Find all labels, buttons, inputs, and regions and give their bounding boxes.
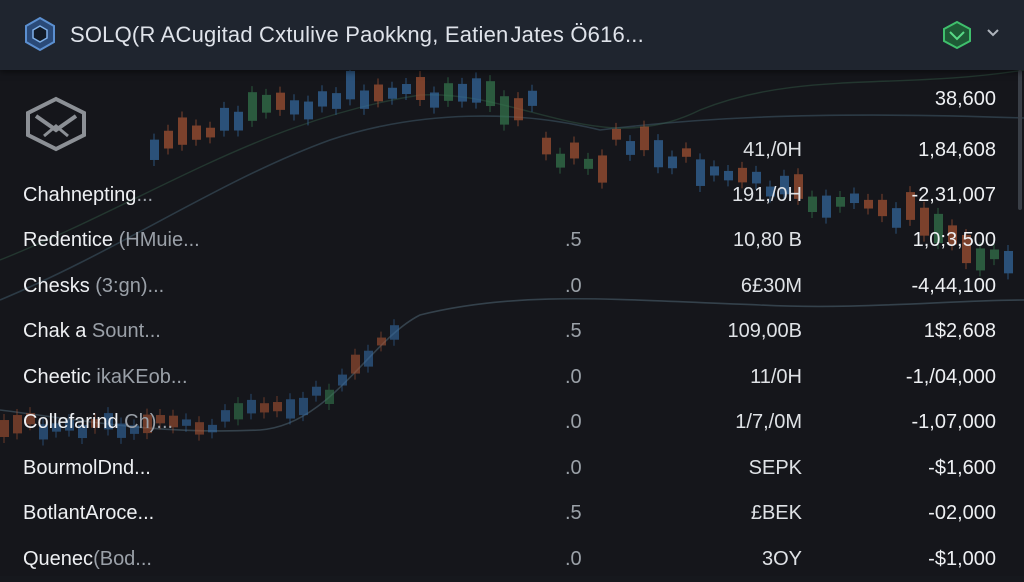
change-cell: .5 — [565, 229, 582, 251]
asset-name-main: Chahnepting — [23, 184, 137, 206]
asset-name[interactable]: BourmolDnd... — [23, 457, 151, 480]
value-cell: -02,000 — [928, 502, 996, 524]
green-hexagon-icon[interactable] — [940, 20, 974, 50]
asset-name-main: Quenec — [23, 548, 94, 570]
top-value-0: 38,600 — [934, 88, 996, 110]
asset-name-main: Cheetic — [23, 366, 91, 388]
asset-name-main: BourmolDnd... — [23, 457, 151, 479]
market-panel: 38,600 41,/0H 1,84,608 Chahnepting... 191… — [0, 70, 1024, 576]
asset-name-main: BotlantAroce... — [23, 502, 155, 524]
change-cell: .5 — [565, 320, 582, 342]
change-cell: .5 — [565, 502, 582, 524]
asset-name[interactable]: BotlantAroce... — [23, 502, 154, 525]
hexagon-logo-icon — [25, 16, 55, 52]
value-cell: 1$2,608 — [923, 320, 996, 342]
table-row[interactable] — [0, 538, 1024, 582]
value-cell: 1,0;3,500 — [912, 229, 996, 251]
asset-name-detail: ... — [136, 184, 154, 206]
value-cell: -1,/04,000 — [905, 366, 996, 388]
change-cell: .0 — [565, 548, 582, 570]
asset-name-detail: (HMuie... — [113, 229, 200, 251]
asset-name[interactable]: Quenec(Bod... — [23, 548, 152, 571]
asset-name[interactable]: Chak a Sount... — [23, 320, 161, 343]
asset-name[interactable]: Collefarind Ch)... — [23, 411, 173, 434]
chevron-down-icon[interactable] — [984, 24, 1002, 42]
asset-name-main: Redentice — [23, 229, 114, 251]
asset-name[interactable]: Chahnepting... — [23, 184, 153, 207]
asset-name[interactable]: Chesks (3:gn)... — [23, 275, 164, 298]
asset-name[interactable]: Cheetic ikaKEob... — [23, 366, 188, 389]
table-row[interactable] — [0, 174, 1024, 218]
asset-name-detail: Sount... — [86, 320, 161, 342]
top-value-1: 1,84,608 — [918, 139, 996, 161]
asset-name-main: Chesks — [23, 275, 90, 297]
asset-name-detail: (Bod... — [93, 548, 152, 570]
volume-cell: 3OY — [761, 548, 802, 570]
scrollbar[interactable] — [1018, 70, 1022, 210]
volume-cell: 6£30M — [740, 275, 802, 297]
value-cell: -4,44,100 — [911, 275, 996, 297]
change-cell: .0 — [565, 275, 582, 297]
volume-cell: 191,/0H — [731, 184, 802, 206]
value-cell: -$1,000 — [928, 548, 996, 570]
volume-cell: 10,80 B — [733, 229, 802, 251]
asset-name-detail: Ch)... — [118, 411, 174, 433]
asset-name-detail: (3:gn)... — [89, 275, 165, 297]
value-cell: -$1,600 — [928, 457, 996, 479]
volume-cell: SEPK — [748, 457, 802, 479]
value-cell: -1,07,000 — [911, 411, 996, 433]
asset-name-main: Chak a — [23, 320, 87, 342]
asset-name-detail: ikaKEob... — [90, 366, 188, 388]
top-volume-1: 41,/0H — [743, 139, 802, 161]
asset-name-main: Collefarind — [23, 411, 119, 433]
volume-cell: 11/0H — [750, 366, 802, 388]
change-cell: .0 — [565, 366, 582, 388]
volume-cell: 109,00B — [727, 320, 802, 342]
change-cell: .0 — [565, 411, 582, 433]
window-header: SOLQ(R ACugitad Cxtulive Paokkng, Eatien… — [0, 0, 1024, 70]
volume-cell: 1/7,/0M — [735, 411, 802, 433]
value-cell: -2,31,007 — [911, 184, 996, 206]
window-title: SOLQ(R ACugitad Cxtulive Paokkng, Eatien… — [70, 22, 644, 47]
table-row[interactable] — [0, 447, 1024, 491]
change-cell: .0 — [565, 457, 582, 479]
hexagon-emblem-icon — [26, 96, 86, 152]
asset-name[interactable]: Redentice (HMuie... — [23, 229, 200, 252]
volume-cell: £BEK — [750, 502, 802, 524]
